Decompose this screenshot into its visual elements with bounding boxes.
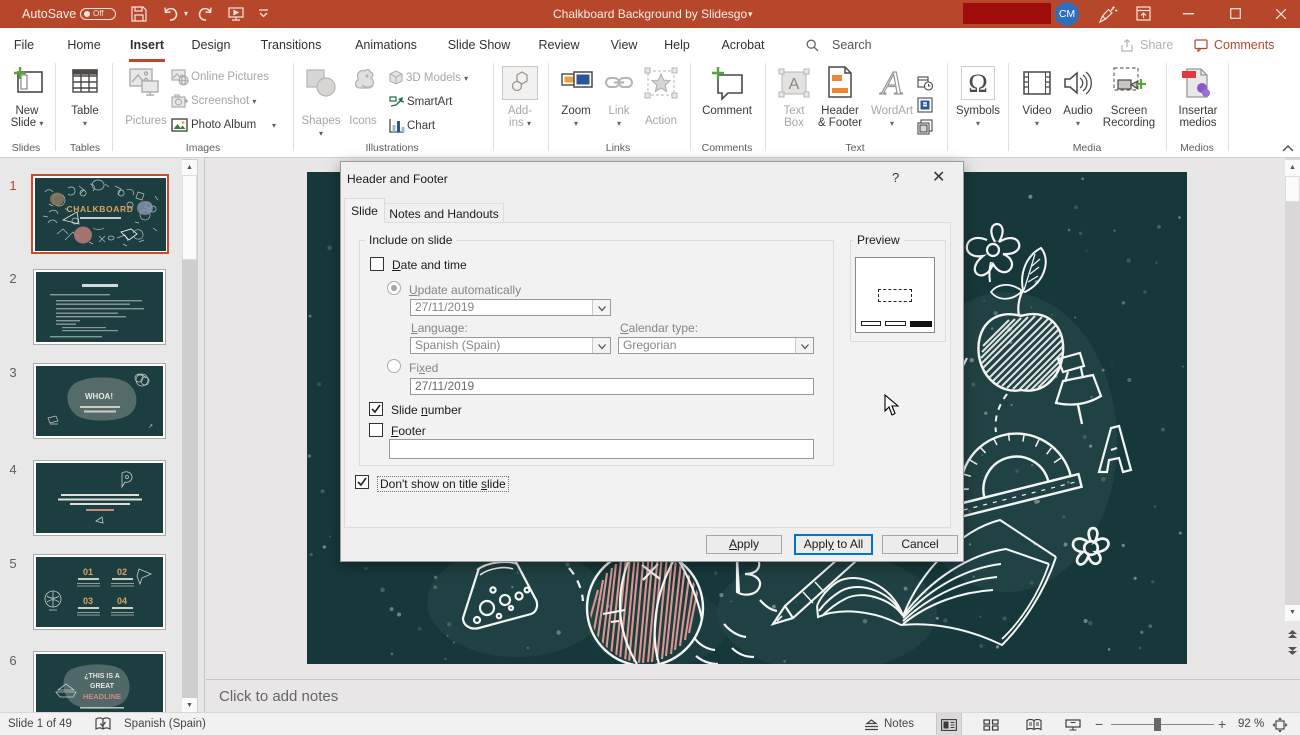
svg-text:HEADLINE: HEADLINE <box>83 692 121 701</box>
svg-text:¿THIS IS A: ¿THIS IS A <box>84 673 120 680</box>
svg-text:↗: ↗ <box>148 424 153 430</box>
svg-text:03: 03 <box>83 596 93 606</box>
svg-text:01: 01 <box>83 567 93 577</box>
svg-text:04: 04 <box>117 596 127 606</box>
svg-text:Ω: Ω <box>968 69 987 98</box>
svg-text:02: 02 <box>117 567 127 577</box>
svg-text:WHOA!: WHOA! <box>85 392 113 401</box>
svg-text:A: A <box>880 66 903 100</box>
svg-text:GREAT: GREAT <box>90 683 115 690</box>
svg-text:A: A <box>789 76 800 93</box>
svg-text:CHALKBOARD: CHALKBOARD <box>66 204 133 214</box>
